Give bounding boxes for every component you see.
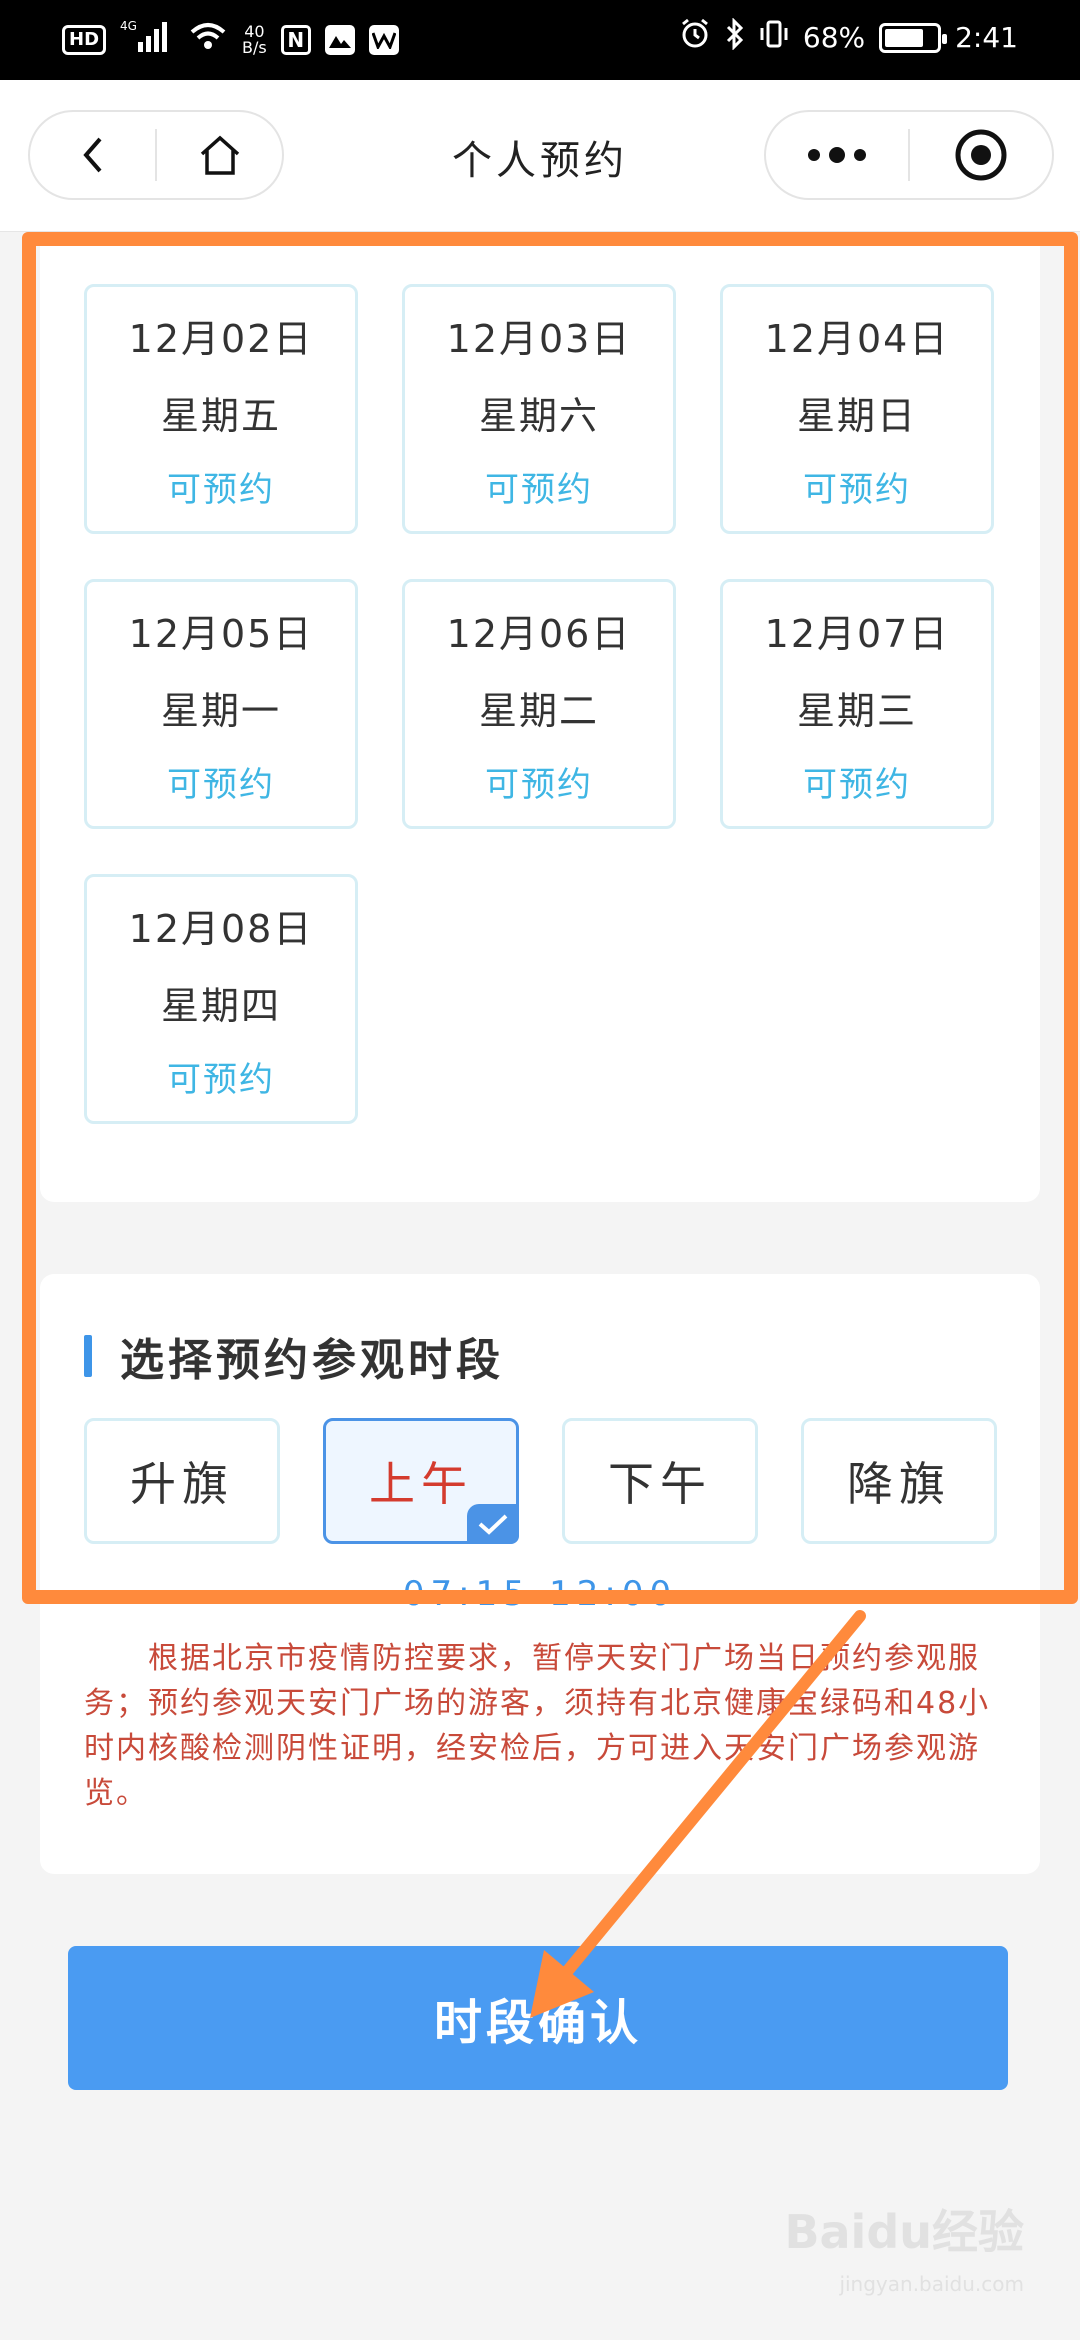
- date-label: 12月07日: [764, 611, 950, 656]
- clock: 2:41: [955, 21, 1018, 54]
- availability-label: 可预约: [167, 469, 275, 510]
- weekday-label: 星期五: [160, 393, 281, 438]
- more-button[interactable]: [766, 112, 908, 198]
- nav-bar: 个人预约: [0, 80, 1080, 232]
- availability-label: 可预约: [167, 764, 275, 805]
- availability-label: 可预约: [803, 764, 911, 805]
- date-label: 12月04日: [764, 316, 950, 361]
- target-close-icon: [955, 129, 1007, 181]
- date-label: 12月05日: [128, 611, 314, 656]
- wifi-icon: [188, 20, 228, 59]
- hd-icon: HD: [62, 24, 107, 55]
- vibrate-icon: [759, 18, 789, 57]
- more-dots-icon: [808, 147, 866, 163]
- nav-right-capsule: [764, 110, 1054, 200]
- notice-text: 根据北京市疫情防控要求，暂停天安门广场当日预约参观服务；预约参观天安门广场的游客…: [84, 1641, 991, 1811]
- network-speed: 40 B/s: [242, 21, 267, 57]
- wps-app-icon: [368, 24, 399, 55]
- slot-afternoon[interactable]: 下午: [562, 1418, 758, 1544]
- date-label: 12月06日: [446, 611, 632, 656]
- nfc-icon: N: [280, 24, 311, 55]
- close-miniprogram-button[interactable]: [910, 112, 1052, 198]
- watermark-sub: jingyan.baidu.com: [839, 2272, 1024, 2296]
- slot-label: 上午: [369, 1457, 473, 1511]
- availability-label: 可预约: [485, 764, 593, 805]
- checkmark-icon: [467, 1504, 519, 1544]
- confirm-time-slot-button[interactable]: 时段确认: [68, 1946, 1008, 2090]
- weekday-label: 星期日: [796, 393, 917, 438]
- battery-percent: 68%: [802, 21, 866, 54]
- watermark-text: Baidu经验: [784, 2205, 1024, 2259]
- section-title: 选择预约参观时段: [84, 1324, 504, 1388]
- date-label: 12月02日: [128, 316, 314, 361]
- slot-morning[interactable]: 上午: [323, 1418, 519, 1544]
- weekday-label: 星期一: [160, 688, 281, 733]
- signal-icon: 4G: [120, 18, 174, 61]
- slot-flag-raising[interactable]: 升旗: [84, 1418, 280, 1544]
- weekday-label: 星期二: [478, 688, 599, 733]
- date-option[interactable]: 12月02日 星期五 可预约: [84, 284, 358, 534]
- weekday-label: 星期六: [478, 393, 599, 438]
- weekday-label: 星期四: [160, 983, 281, 1028]
- bluetooth-icon: [725, 17, 745, 57]
- section-accent-bar: [84, 1335, 92, 1377]
- status-bar: HD 4G 40 B/s N 68% 2:41: [0, 0, 1080, 80]
- section-title-text: 选择预约参观时段: [120, 1335, 504, 1386]
- weekday-label: 星期三: [796, 688, 917, 733]
- date-label: 12月03日: [446, 316, 632, 361]
- availability-label: 可预约: [803, 469, 911, 510]
- date-option[interactable]: 12月05日 星期一 可预约: [84, 579, 358, 829]
- date-option[interactable]: 12月04日 星期日 可预约: [720, 284, 994, 534]
- date-option[interactable]: 12月07日 星期三 可预约: [720, 579, 994, 829]
- gallery-app-icon: [324, 24, 355, 55]
- baidu-watermark: Baidu经验 jingyan.baidu.com: [784, 2208, 1024, 2308]
- alarm-icon: [679, 18, 711, 57]
- date-selection-card: 12月02日 星期五 可预约 12月03日 星期六 可预约 12月04日 星期日…: [40, 232, 1040, 1202]
- time-range-text: 07:15-12:00: [402, 1574, 678, 1614]
- battery-icon: [879, 22, 948, 53]
- date-option[interactable]: 12月06日 星期二 可预约: [402, 579, 676, 829]
- time-slot-card: 选择预约参观时段 升旗 上午 下午 降旗 07:15-12:00 根据北京市疫情…: [40, 1274, 1040, 1874]
- date-option[interactable]: 12月03日 星期六 可预约: [402, 284, 676, 534]
- svg-text:4G: 4G: [120, 19, 137, 33]
- availability-label: 可预约: [167, 1059, 275, 1100]
- date-label: 12月08日: [128, 906, 314, 951]
- slot-flag-lowering[interactable]: 降旗: [801, 1418, 997, 1544]
- availability-label: 可预约: [485, 469, 593, 510]
- date-option[interactable]: 12月08日 星期四 可预约: [84, 874, 358, 1124]
